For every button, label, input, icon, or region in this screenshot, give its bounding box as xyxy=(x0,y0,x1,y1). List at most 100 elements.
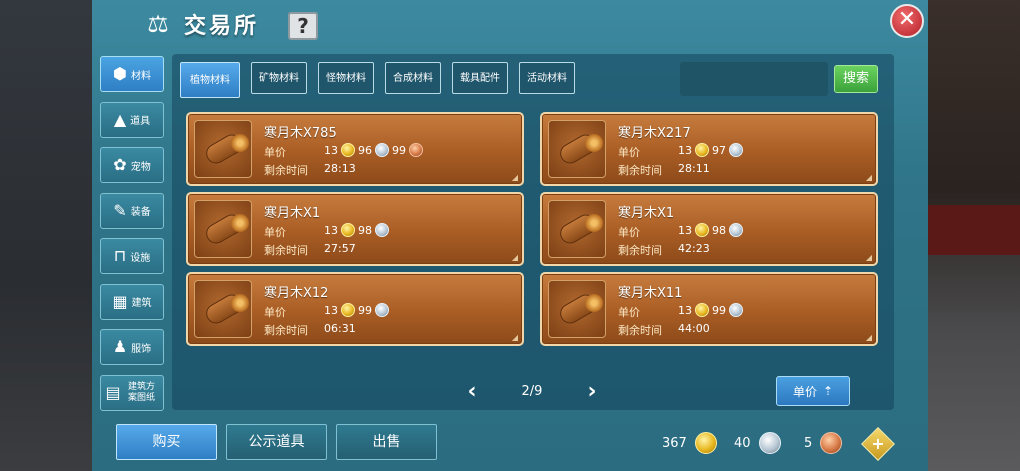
wood-log-icon xyxy=(548,280,606,338)
unit-price-label: 单价 xyxy=(264,306,286,319)
pagination: ‹ 2/9 › xyxy=(462,378,602,404)
silver-price: 96 xyxy=(358,143,372,157)
sidebar-item-3[interactable]: ✎ 装备 xyxy=(100,192,164,229)
gold-price: 13 xyxy=(678,223,692,237)
sidebar-item-label: 建筑方案图纸 xyxy=(128,381,156,403)
clothing-icon: ♟ xyxy=(112,337,128,356)
item-name: 寒月木X1 xyxy=(264,206,321,221)
equipment-icon: ✎ xyxy=(113,200,127,220)
item-price: 13 96 99 xyxy=(324,143,423,157)
listing-card[interactable]: 寒月木X1 单价 剩余时间 13 98 42:23 ◢ xyxy=(540,192,878,266)
sidebar-item-label: 装备 xyxy=(130,207,151,218)
log-end xyxy=(585,214,603,232)
remaining-time-label: 剩余时间 xyxy=(618,324,662,337)
exchange-window: ⚖ 交易所 ? ✕ ⬢ 材料 ▲ 道具 ✿ 宠物 ✎ 装备 ⊓ 设施 ▦ 建筑 ♟ 服饰 ▤ 建筑方案图纸 植… xyxy=(92,0,928,471)
sidebar-item-2[interactable]: ✿ 宠物 xyxy=(100,147,164,183)
log-end xyxy=(231,134,249,152)
remaining-time: 28:13 xyxy=(324,162,356,175)
remaining-time: 44:00 xyxy=(678,322,710,335)
listing-card[interactable]: 寒月木X1 单价 剩余时间 13 98 27:57 ◢ xyxy=(186,192,524,266)
wood-log-icon xyxy=(548,120,606,178)
unit-price-label: 单价 xyxy=(264,146,286,159)
silver-price: 98 xyxy=(358,223,372,237)
wood-log-icon xyxy=(548,200,606,258)
window-title: 交易所 xyxy=(184,14,260,39)
tab-5[interactable]: 活动材料 xyxy=(519,62,575,94)
listing-card[interactable]: 寒月木X217 单价 剩余时间 13 97 28:11 ◢ xyxy=(540,112,878,186)
tab-2[interactable]: 怪物材料 xyxy=(318,62,374,94)
sidebar-item-1[interactable]: ▲ 道具 xyxy=(100,101,164,138)
gold-coin-icon xyxy=(695,143,709,157)
listing-card[interactable]: 寒月木X12 单价 剩余时间 13 99 06:31 ◢ xyxy=(186,272,524,346)
log-end xyxy=(231,214,249,232)
sidebar-item-6[interactable]: ♟ 服饰 xyxy=(100,329,164,365)
gold-price: 13 xyxy=(678,303,692,317)
copper-amount: 5 xyxy=(804,435,813,451)
log-end xyxy=(585,134,603,152)
background-left xyxy=(0,0,95,471)
corner-ornament-icon: ◢ xyxy=(865,253,872,262)
tab-1[interactable]: 矿物材料 xyxy=(251,62,307,94)
wood-log-icon xyxy=(194,280,252,338)
item-name: 寒月木X1 xyxy=(618,206,675,221)
silver-coin-icon xyxy=(375,223,389,237)
sidebar-item-label: 设施 xyxy=(130,252,151,264)
next-page-button[interactable]: › xyxy=(582,379,602,404)
listing-panel: 植物材料 矿物材料 怪物材料 合成材料 载具配件 活动材料 搜索 寒月木X785 单价 剩余时… xyxy=(172,54,894,410)
copper-coin-icon xyxy=(409,143,423,157)
remaining-time-label: 剩余时间 xyxy=(618,164,662,177)
gold-balance: 367 xyxy=(662,432,717,454)
remaining-time: 42:23 xyxy=(678,242,710,255)
copper-coin-icon xyxy=(820,432,843,454)
materials-icon: ⬢ xyxy=(113,64,127,83)
search-button[interactable]: 搜索 xyxy=(834,65,878,93)
gold-price: 13 xyxy=(324,143,338,157)
corner-ornament-icon: ◢ xyxy=(865,333,872,342)
sort-label: 单价 xyxy=(792,384,817,399)
background-carpet xyxy=(920,205,1020,255)
search-input[interactable] xyxy=(680,62,828,96)
sidebar-item-0[interactable]: ⬢ 材料 xyxy=(100,56,164,92)
unit-price-label: 单价 xyxy=(618,306,640,319)
remaining-time-label: 剩余时间 xyxy=(264,324,308,337)
sort-arrow-icon: ⇡ xyxy=(822,384,834,398)
gold-amount: 367 xyxy=(662,435,687,451)
sidebar-item-7[interactable]: ▤ 建筑方案图纸 xyxy=(100,374,164,411)
gold-coin-icon xyxy=(341,303,355,317)
sidebar-item-label: 建筑 xyxy=(131,298,152,309)
sort-by-price-button[interactable]: 单价 ⇡ xyxy=(776,376,850,406)
gold-coin-icon xyxy=(341,223,355,237)
sidebar-item-label: 道具 xyxy=(130,116,151,127)
corner-ornament-icon: ◢ xyxy=(865,173,872,182)
listing-card[interactable]: 寒月木X11 单价 剩余时间 13 99 44:00 ◢ xyxy=(540,272,878,346)
remaining-time-label: 剩余时间 xyxy=(264,244,308,257)
item-price: 13 98 xyxy=(324,223,389,237)
sell-tab[interactable]: 出售 xyxy=(336,424,437,460)
gold-coin-icon xyxy=(694,432,717,454)
tab-3[interactable]: 合成材料 xyxy=(385,62,441,94)
close-button[interactable]: ✕ xyxy=(890,4,924,38)
gold-coin-icon xyxy=(341,143,355,157)
gold-coin-icon xyxy=(695,223,709,237)
category-sidebar: ⬢ 材料 ▲ 道具 ✿ 宠物 ✎ 装备 ⊓ 设施 ▦ 建筑 ♟ 服饰 ▤ 建筑方案图纸 xyxy=(100,56,166,420)
copper-price: 99 xyxy=(392,143,406,157)
subcategory-tabs: 植物材料 矿物材料 怪物材料 合成材料 载具配件 活动材料 xyxy=(180,62,575,98)
silver-balance: 40 xyxy=(734,432,781,454)
prev-page-button[interactable]: ‹ xyxy=(462,379,482,404)
tab-0[interactable]: 植物材料 xyxy=(180,62,240,98)
copper-balance: 5 xyxy=(804,432,843,454)
listing-card[interactable]: 寒月木X785 单价 剩余时间 13 96 99 28:13 ◢ xyxy=(186,112,524,186)
tab-4[interactable]: 载具配件 xyxy=(452,62,508,94)
wood-log-icon xyxy=(194,120,252,178)
silver-amount: 40 xyxy=(734,435,751,451)
buy-tab[interactable]: 购买 xyxy=(116,424,217,460)
log-end xyxy=(585,294,603,312)
item-name: 寒月木X217 xyxy=(618,126,691,141)
sidebar-item-4[interactable]: ⊓ 设施 xyxy=(100,238,164,274)
gold-price: 13 xyxy=(324,223,338,237)
remaining-time-label: 剩余时间 xyxy=(618,244,662,257)
scales-icon: ⚖ xyxy=(147,10,169,38)
help-button[interactable]: ? xyxy=(288,12,318,40)
public-items-tab[interactable]: 公示道具 xyxy=(226,424,327,460)
sidebar-item-5[interactable]: ▦ 建筑 xyxy=(100,283,164,320)
